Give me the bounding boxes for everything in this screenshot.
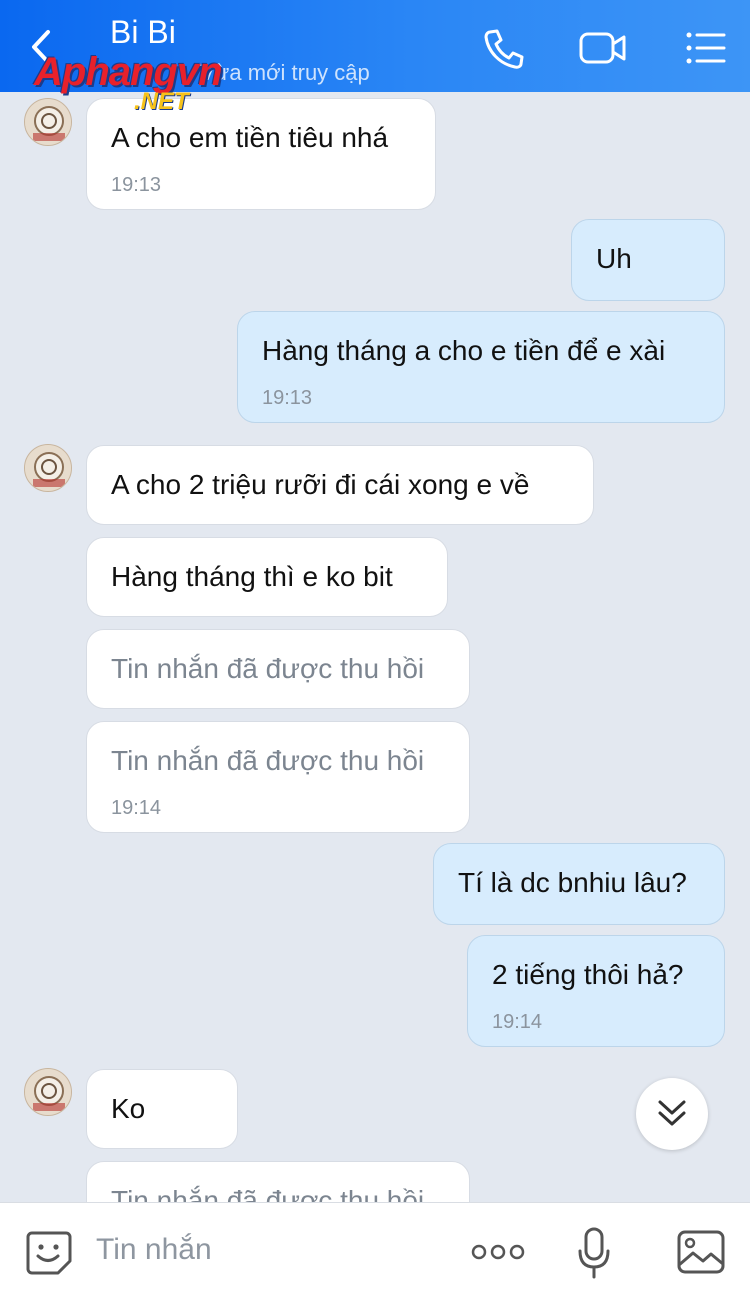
microphone-icon <box>578 1227 610 1279</box>
double-chevron-down-icon <box>658 1100 686 1126</box>
message-text: Tí là dc bnhiu lâu? <box>458 867 687 898</box>
message-composer: Tin nhắn <box>0 1202 750 1299</box>
contact-name[interactable]: Bi Bi <box>110 14 176 51</box>
contact-avatar[interactable] <box>24 444 72 492</box>
message-text: Hàng tháng thì e ko bit <box>111 561 393 592</box>
scroll-to-bottom-button[interactable] <box>636 1078 708 1150</box>
message-text: A cho em tiền tiêu nhá <box>111 122 389 153</box>
message-text: Tin nhắn đã được thu hồi <box>111 1185 425 1202</box>
message-bubble-incoming[interactable]: A cho 2 triệu rưỡi đi cái xong e về <box>86 445 594 525</box>
more-options-button[interactable] <box>470 1237 526 1267</box>
emoji-sticker-icon <box>26 1231 72 1275</box>
message-text: Ko <box>111 1093 146 1124</box>
recalled-message-bubble[interactable]: Tin nhắn đã được thu hồi <box>86 629 470 709</box>
message-text: A cho 2 triệu rưỡi đi cái xong e về <box>111 469 530 500</box>
recalled-message-bubble[interactable]: Tin nhắn đã được thu hồi <box>86 1161 470 1202</box>
message-bubble-outgoing[interactable]: 2 tiếng thôi hả? 19:14 <box>467 935 725 1047</box>
message-input[interactable]: Tin nhắn <box>96 1233 212 1267</box>
message-text: 2 tiếng thôi hả? <box>492 959 684 990</box>
phone-icon <box>484 29 524 69</box>
chat-menu-button[interactable] <box>684 26 730 70</box>
site-watermark: Aphangvn .NET <box>30 50 310 120</box>
message-bubble-outgoing[interactable]: Tí là dc bnhiu lâu? <box>433 843 725 925</box>
message-list[interactable]: A cho em tiền tiêu nhá 19:13 Uh Hàng thá… <box>0 92 750 1202</box>
message-text: Uh <box>596 243 632 274</box>
message-text: Hàng tháng a cho e tiền để e xài <box>262 335 666 366</box>
voice-call-button[interactable] <box>480 26 526 70</box>
message-text: Tin nhắn đã được thu hồi <box>111 745 425 776</box>
watermark-suffix: .NET <box>134 88 189 115</box>
more-dots-icon <box>471 1244 525 1260</box>
video-call-button[interactable] <box>578 26 626 70</box>
avatar-image <box>25 445 71 491</box>
list-menu-icon <box>686 32 726 64</box>
sticker-button[interactable] <box>24 1227 74 1277</box>
image-icon <box>677 1230 725 1274</box>
recalled-message-bubble[interactable]: Tin nhắn đã được thu hồi 19:14 <box>86 721 470 833</box>
video-camera-icon <box>579 32 626 64</box>
message-time: 19:13 <box>111 174 162 196</box>
contact-avatar[interactable] <box>24 1068 72 1116</box>
watermark-text: Aphangvn <box>34 50 223 94</box>
message-bubble-outgoing[interactable]: Uh <box>571 219 725 301</box>
message-bubble-outgoing[interactable]: Hàng tháng a cho e tiền để e xài 19:13 <box>237 311 725 423</box>
voice-record-button[interactable] <box>576 1225 612 1281</box>
message-bubble-incoming[interactable]: Ko <box>86 1069 238 1149</box>
message-time: 19:14 <box>111 797 162 819</box>
message-time: 19:13 <box>262 387 313 409</box>
message-time: 19:14 <box>492 1011 543 1033</box>
message-bubble-incoming[interactable]: Hàng tháng thì e ko bit <box>86 537 448 617</box>
message-text: Tin nhắn đã được thu hồi <box>111 653 425 684</box>
avatar-image <box>25 1069 71 1115</box>
send-image-button[interactable] <box>676 1229 726 1275</box>
